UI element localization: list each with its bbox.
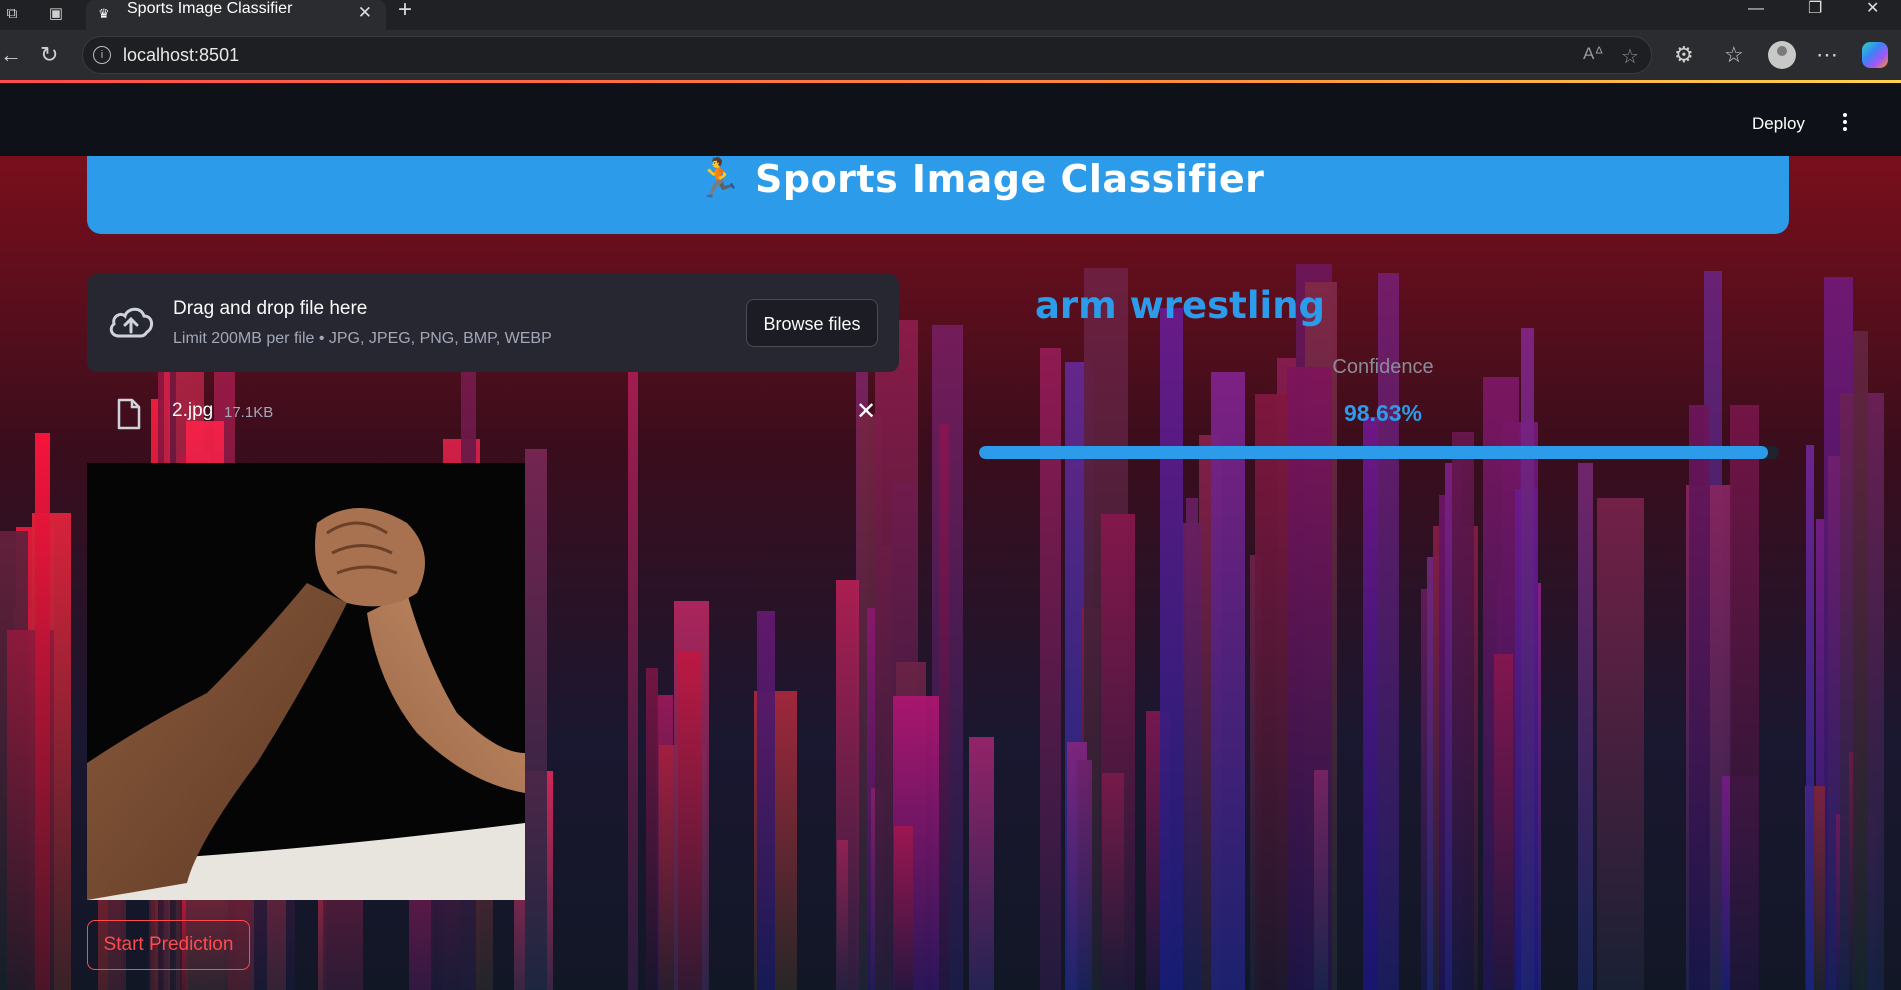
confidence-progress-bar: [979, 446, 1779, 459]
address-bar[interactable]: i localhost:8501 Aᐞ ☆: [82, 36, 1652, 74]
background-stripe: [1688, 404, 1711, 990]
background-stripe: [677, 650, 702, 990]
background-stripe: [893, 826, 914, 990]
background-stripe: [34, 432, 50, 990]
confidence-progress-fill: [979, 446, 1769, 459]
background-stripe: [1377, 273, 1399, 990]
confidence-label: Confidence: [1332, 356, 1434, 378]
refresh-icon[interactable]: ↻: [40, 43, 58, 67]
workspaces-icon[interactable]: ⧉: [2, 4, 22, 24]
browse-files-button[interactable]: Browse files: [746, 299, 878, 347]
background-stripe: [756, 610, 776, 990]
background-stripe: [1076, 759, 1093, 990]
confidence-value: 98.63%: [1343, 400, 1422, 426]
browser-nav-bar: ← ↻ i localhost:8501 Aᐞ ☆ ⚙ ☆ ⋯: [0, 30, 1901, 82]
browser-tab[interactable]: ♛ Sports Image Classifier ✕: [86, 0, 386, 30]
streamlit-favicon-icon: ♛: [98, 6, 110, 21]
drag-drop-text: Drag and drop file here: [173, 298, 368, 319]
background-stripe: [969, 736, 994, 990]
remove-file-icon[interactable]: ✕: [856, 398, 876, 426]
upload-limit-text: Limit 200MB per file • JPG, JPEG, PNG, B…: [173, 330, 552, 347]
file-icon: [117, 398, 141, 430]
minimize-icon[interactable]: —: [1748, 0, 1764, 18]
background-stripe: [646, 668, 659, 990]
background-stripe: [524, 448, 547, 990]
file-uploader-dropzone[interactable]: Drag and drop file here Limit 200MB per …: [87, 274, 899, 372]
background-stripe: [1210, 372, 1246, 990]
tab-title: Sports Image Classifier: [127, 0, 293, 17]
background-stripe: [1493, 654, 1514, 990]
favorite-star-icon[interactable]: ☆: [1621, 44, 1639, 69]
predicted-label: arm wrestling: [1034, 284, 1326, 327]
app-header: [0, 83, 1901, 156]
background-stripe: [1852, 330, 1868, 990]
deploy-button[interactable]: Deploy: [1752, 114, 1805, 134]
copilot-icon[interactable]: [1862, 42, 1888, 68]
browser-tab-bar: ⧉ ▣ ♛ Sports Image Classifier ✕ + — ❐ ✕: [0, 0, 1901, 30]
new-tab-icon[interactable]: +: [398, 0, 412, 22]
uploaded-file-name: 2.jpg: [172, 400, 214, 421]
title-banner: 🏃 Sports Image Classifier: [87, 156, 1789, 234]
background-stripe: [1451, 431, 1474, 990]
more-options-icon[interactable]: ⋯: [1816, 43, 1838, 67]
start-prediction-button[interactable]: Start Prediction: [87, 920, 250, 970]
favorites-icon[interactable]: ☆: [1724, 43, 1744, 67]
cloud-upload-icon: [109, 307, 153, 338]
read-aloud-icon[interactable]: Aᐞ: [1583, 44, 1604, 64]
background-stripe: [1805, 445, 1814, 990]
background-stripe: [1102, 773, 1124, 990]
extensions-icon[interactable]: ⚙: [1674, 43, 1694, 67]
background-stripe: [1314, 769, 1328, 990]
background-stripe: [939, 423, 950, 990]
tab-actions-icon[interactable]: ▣: [46, 4, 66, 24]
background-stripe: [1578, 462, 1594, 990]
background-stripe: [1039, 348, 1062, 990]
background-stripe: [836, 839, 848, 990]
address-url[interactable]: localhost:8501: [123, 45, 239, 66]
background-stripe: [1729, 404, 1760, 990]
background-stripe: [628, 292, 638, 990]
background-stripe: [1159, 308, 1184, 990]
running-person-icon: 🏃: [695, 158, 743, 200]
background-stripe: [1183, 523, 1202, 990]
uploaded-image-preview: [87, 463, 525, 900]
site-info-icon[interactable]: i: [93, 46, 111, 64]
main-menu-icon[interactable]: [1842, 110, 1848, 136]
back-icon[interactable]: ←: [0, 43, 22, 67]
background-stripe: [1597, 498, 1644, 990]
profile-avatar[interactable]: [1768, 41, 1796, 69]
restore-icon[interactable]: ❐: [1808, 0, 1822, 18]
uploaded-file-size: 17.1KB: [224, 404, 274, 421]
window-close-icon[interactable]: ✕: [1866, 0, 1879, 18]
page-title: Sports Image Classifier: [755, 157, 1265, 201]
tab-close-icon[interactable]: ✕: [358, 4, 372, 22]
